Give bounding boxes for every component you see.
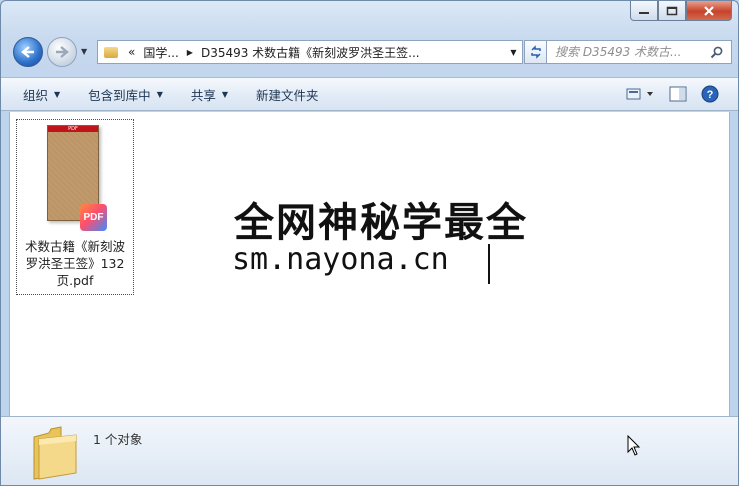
organize-label: 组织 <box>23 87 49 103</box>
item-count: 1 个对象 <box>93 432 143 447</box>
organize-menu[interactable]: 组织 ▼ <box>1 78 74 110</box>
new-folder-button[interactable]: 新建文件夹 <box>242 78 333 110</box>
file-name[interactable]: 术数古籍《新刻波罗洪圣王签》132页.pdf <box>17 238 133 289</box>
explorer-window: ▼ « 国学... ▶ D35493 术数古籍《新刻波罗洪圣王签... ▼ 组织… <box>0 0 739 486</box>
maximize-icon <box>666 6 678 15</box>
watermark-overlay: 全网神秘学最全 sm.nayona.cn <box>224 184 526 296</box>
file-list-pane[interactable]: PDF PDF 术数古籍《新刻波罗洪圣王签》132页.pdf 全网神秘学最全 s… <box>9 112 730 416</box>
watermark-url: sm.nayona.cn <box>232 242 449 277</box>
forward-button[interactable] <box>47 37 77 67</box>
folder-icon <box>33 426 77 480</box>
back-arrow-icon <box>21 46 34 58</box>
view-icon <box>626 88 653 100</box>
breadcrumb-item[interactable]: 国学... <box>139 44 182 61</box>
file-item[interactable]: PDF PDF 术数古籍《新刻波罗洪圣王签》132页.pdf <box>16 119 134 295</box>
breadcrumb-item-current[interactable]: D35493 术数古籍《新刻波罗洪圣王签... <box>197 44 424 61</box>
chevron-down-icon: ▼ <box>54 89 61 99</box>
refresh-button[interactable] <box>524 40 548 64</box>
forward-arrow-icon <box>56 46 69 58</box>
back-button[interactable] <box>13 37 43 67</box>
toolbar-right: ? <box>618 78 738 110</box>
search-input[interactable] <box>547 45 707 59</box>
chevron-down-icon: ▼ <box>156 89 163 99</box>
share-menu[interactable]: 共享 ▼ <box>177 78 242 110</box>
minimize-button[interactable] <box>630 1 658 21</box>
include-in-library-menu[interactable]: 包含到库中 ▼ <box>74 78 177 110</box>
close-icon <box>704 5 714 16</box>
change-view-button[interactable] <box>618 78 662 110</box>
new-folder-label: 新建文件夹 <box>256 87 319 103</box>
breadcrumb-separator-icon[interactable]: ▶ <box>183 48 197 57</box>
address-bar[interactable]: « 国学... ▶ D35493 术数古籍《新刻波罗洪圣王签... ▼ <box>97 40 523 64</box>
refresh-icon <box>531 45 541 59</box>
pdf-icon: PDF <box>80 204 107 231</box>
search-icon[interactable] <box>707 46 725 59</box>
chevron-down-icon: ▼ <box>221 89 229 99</box>
address-dropdown-icon[interactable]: ▼ <box>504 48 522 57</box>
preview-pane-icon <box>669 86 687 102</box>
help-icon: ? <box>701 85 719 103</box>
mouse-pointer-icon <box>627 435 641 456</box>
recent-pages-dropdown[interactable]: ▼ <box>81 47 87 56</box>
help-button[interactable]: ? <box>694 78 726 110</box>
thumbnail-band: PDF <box>48 126 98 132</box>
share-label: 共享 <box>190 87 216 103</box>
text-caret <box>488 244 490 284</box>
command-bar: 组织 ▼ 包含到库中 ▼ 共享 ▼ 新建文件夹 ? <box>1 77 738 111</box>
maximize-button[interactable] <box>658 1 686 21</box>
svg-text:?: ? <box>707 89 714 101</box>
navigation-bar: ▼ « 国学... ▶ D35493 术数古籍《新刻波罗洪圣王签... ▼ <box>9 37 732 69</box>
preview-pane-button[interactable] <box>662 78 694 110</box>
search-box[interactable] <box>546 40 732 64</box>
watermark-title: 全网神秘学最全 <box>234 200 528 246</box>
close-button[interactable] <box>686 1 732 21</box>
minimize-icon <box>639 11 649 14</box>
breadcrumb-overflow[interactable]: « <box>124 45 139 59</box>
caption-buttons <box>630 1 732 23</box>
include-library-label: 包含到库中 <box>88 87 151 103</box>
folder-icon <box>104 46 118 58</box>
